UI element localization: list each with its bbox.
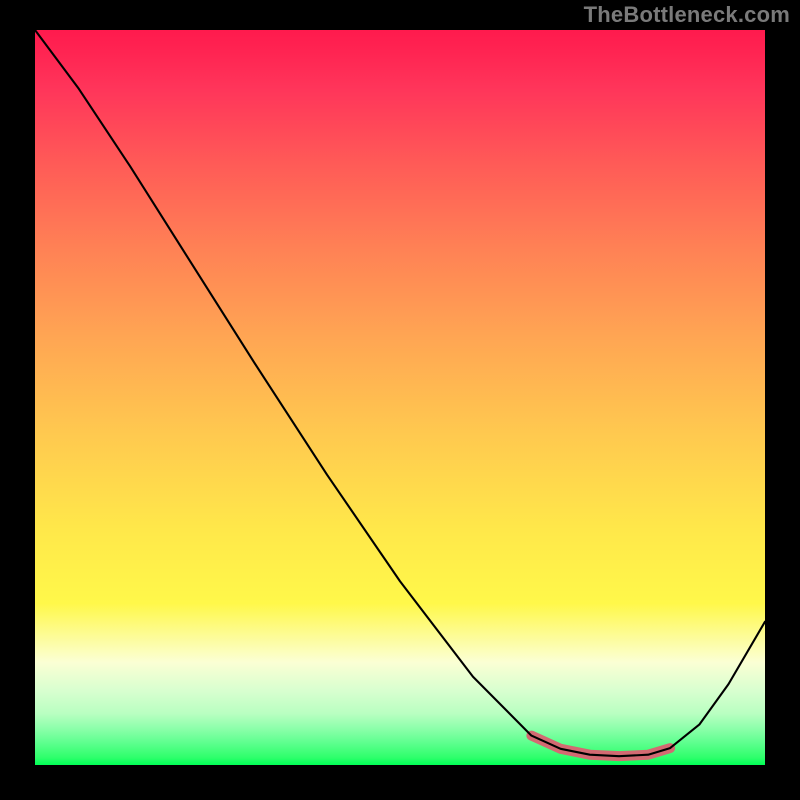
chart-outer: TheBottleneck.com [0, 0, 800, 800]
watermark-text: TheBottleneck.com [584, 2, 790, 28]
main-curve [35, 30, 765, 756]
curve-svg [35, 30, 765, 765]
plot-area [35, 30, 765, 765]
